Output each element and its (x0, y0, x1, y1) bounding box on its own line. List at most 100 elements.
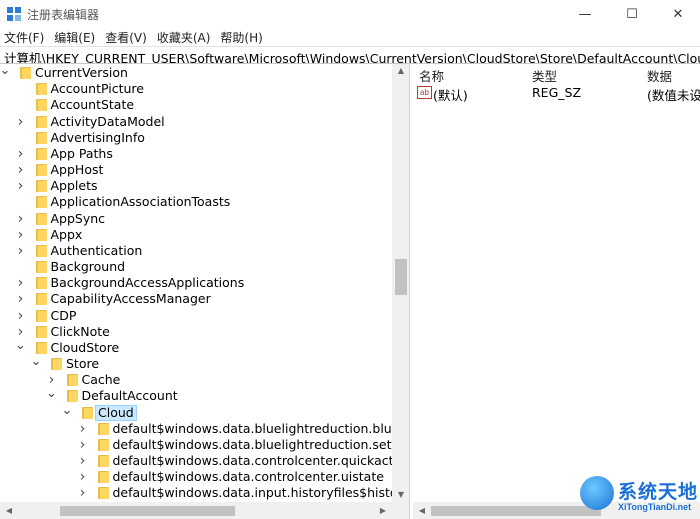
chevron-right-icon[interactable]: › (15, 212, 27, 226)
tree-node[interactable]: › Authentication (0, 243, 392, 259)
tree-node-label: CloudStore (50, 339, 120, 355)
chevron-right-icon[interactable]: › (77, 486, 89, 500)
tree-node[interactable]: › ClickNote (0, 324, 392, 340)
folder-icon (35, 180, 47, 193)
folder-icon (35, 244, 47, 257)
chevron-right-icon[interactable]: › (77, 470, 89, 484)
registry-editor-icon (7, 7, 21, 21)
minimize-button[interactable]: — (562, 0, 608, 28)
tree-node[interactable]: › AppHost (0, 162, 392, 178)
tree-node[interactable]: › Applets (0, 178, 392, 194)
tree-node[interactable]: › Appx (0, 227, 392, 243)
tree-node[interactable]: AccountState (0, 97, 392, 113)
title-bar[interactable]: 注册表编辑器 — ☐ ✕ (0, 0, 700, 28)
tree-node-label: CurrentVersion (35, 65, 128, 80)
tree-node-label: ClickNote (50, 323, 110, 339)
tree-node-label: CapabilityAccessManager (50, 291, 211, 307)
folder-icon (35, 83, 47, 96)
folder-icon (66, 374, 78, 387)
tree-node[interactable]: AccountPicture (0, 81, 392, 97)
tree-node[interactable]: › ActivityDataModel (0, 114, 392, 130)
tree-horizontal-scroll-thumb[interactable] (60, 506, 235, 516)
chevron-right-icon[interactable]: › (77, 438, 89, 452)
tree-node[interactable]: ⌄ Store (0, 355, 392, 372)
chevron-right-icon[interactable]: › (15, 115, 27, 129)
tree-node[interactable]: › default$windows.data.bluelightreduction… (0, 421, 409, 437)
tree-node[interactable]: › default$windows.data.controlcenter.uist… (0, 469, 392, 485)
scroll-left-icon[interactable]: ◀ (2, 502, 16, 519)
tree-node[interactable]: › AppSync (0, 211, 392, 227)
tree-node[interactable]: ⌄ CurrentVersion (0, 64, 392, 81)
tree-horizontal-scrollbar[interactable]: ◀ ▶ (0, 502, 409, 519)
tree-node[interactable]: › Cache (0, 372, 392, 388)
menu-favorites[interactable]: 收藏夹(A) (153, 28, 215, 46)
chevron-down-icon[interactable]: ⌄ (46, 387, 58, 403)
site-watermark: 系统天地 XiTongTianDi.net (576, 472, 700, 519)
tree-vertical-scroll-thumb[interactable] (395, 259, 407, 295)
tree-node[interactable]: › default$windows.data.controlcenter.quic… (0, 453, 409, 469)
menu-help[interactable]: 帮助(H) (216, 28, 266, 46)
menu-view[interactable]: 查看(V) (101, 28, 151, 46)
value-name: (默认) (433, 88, 468, 103)
tree-node[interactable]: › CDP (0, 308, 392, 324)
tree-node[interactable]: ⌄ DefaultAccount (0, 387, 392, 404)
scroll-up-icon[interactable]: ▲ (392, 64, 409, 78)
chevron-right-icon[interactable]: › (15, 179, 27, 193)
chevron-right-icon[interactable]: › (15, 276, 27, 290)
chevron-right-icon[interactable]: › (15, 228, 27, 242)
chevron-right-icon[interactable]: › (77, 422, 89, 436)
tree-vertical-scrollbar[interactable]: ▲ ▼ (392, 64, 409, 502)
tree-node[interactable]: › App Paths (0, 146, 392, 162)
scroll-left-icon[interactable]: ◀ (415, 502, 429, 519)
tree-node[interactable]: › CapabilityAccessManager (0, 291, 392, 307)
menu-file[interactable]: 文件(F) (0, 28, 48, 46)
tree-node[interactable]: ApplicationAssociationToasts (0, 194, 392, 210)
tree-node-label: default$windows.data.input.historyfiles$… (112, 485, 410, 501)
folder-icon (97, 438, 109, 451)
chevron-right-icon[interactable]: › (15, 309, 27, 323)
tree-node[interactable]: Background (0, 259, 392, 275)
tree-node[interactable]: › default$windows.data.input.historyfiles… (0, 485, 409, 501)
list-header: 名称 类型 数据 (413, 64, 700, 84)
chevron-down-icon[interactable]: ⌄ (15, 339, 27, 355)
chevron-down-icon[interactable]: ⌄ (0, 64, 11, 80)
folder-icon (35, 196, 47, 209)
folder-icon (35, 277, 47, 290)
column-header-type[interactable]: 类型 (532, 66, 557, 85)
tree-node-label: default$windows.data.bluelightreduction.… (112, 420, 410, 436)
tree-node[interactable]: › BackgroundAccessApplications (0, 275, 392, 291)
column-header-name[interactable]: 名称 (419, 66, 444, 85)
tree-node[interactable]: AdvertisingInfo (0, 130, 392, 146)
address-bar[interactable]: 计算机\HKEY_CURRENT_USER\Software\Microsoft… (0, 46, 700, 64)
chevron-right-icon[interactable]: › (15, 163, 27, 177)
chevron-right-icon[interactable]: › (15, 147, 27, 161)
maximize-button[interactable]: ☐ (609, 0, 655, 28)
folder-icon (35, 212, 47, 225)
tree-node[interactable]: › default$windows.data.bluelightreduction… (0, 437, 409, 453)
tree-node-label: AccountState (50, 97, 135, 113)
folder-icon (97, 422, 109, 435)
tree-node-label: CDP (50, 307, 77, 323)
chevron-right-icon[interactable]: › (15, 292, 27, 306)
column-header-data[interactable]: 数据 (647, 66, 672, 85)
chevron-down-icon[interactable]: ⌄ (30, 355, 42, 371)
chevron-right-icon[interactable]: › (77, 454, 89, 468)
chevron-right-icon[interactable]: › (15, 244, 27, 258)
scroll-down-icon[interactable]: ▼ (392, 488, 409, 502)
folder-icon (35, 309, 47, 322)
chevron-right-icon[interactable]: › (15, 325, 27, 339)
menu-edit[interactable]: 编辑(E) (50, 28, 99, 46)
tree-node[interactable]: ⌄ CloudStore (0, 339, 392, 356)
scroll-right-icon[interactable]: ▶ (376, 502, 390, 519)
tree-node[interactable]: ⌄ Cloud (0, 404, 392, 421)
chevron-down-icon[interactable]: ⌄ (61, 404, 73, 420)
value-row[interactable]: ab (默认) REG_SZ (数值未设 (413, 84, 700, 103)
folder-icon (35, 261, 47, 274)
chevron-right-icon[interactable]: › (46, 373, 58, 387)
close-button[interactable]: ✕ (655, 0, 700, 28)
menu-bar: 文件(F) 编辑(E) 查看(V) 收藏夹(A) 帮助(H) (0, 28, 700, 46)
folder-icon (35, 147, 47, 160)
